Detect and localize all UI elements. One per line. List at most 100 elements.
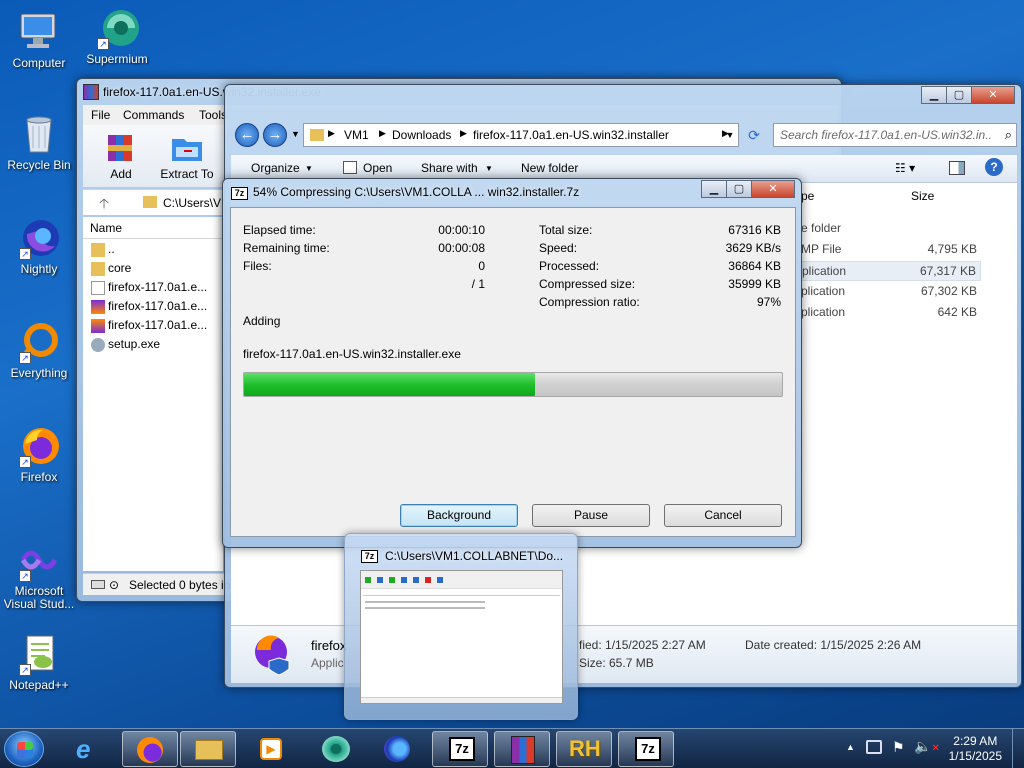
search-icon: ⌕	[1004, 127, 1012, 142]
compression-ratio-label: Compression ratio:	[539, 295, 640, 309]
minimize-button[interactable]: ▁	[921, 86, 947, 104]
search-box[interactable]: Search firefox-117.0a1.en-US.win32.in...…	[773, 123, 1017, 147]
shortcut-arrow-icon: ↗	[19, 570, 31, 582]
total-size-value: 67316 KB	[728, 223, 781, 237]
files-value: 0	[478, 259, 485, 273]
extract-to-button[interactable]: Extract To	[153, 131, 221, 181]
start-button[interactable]	[4, 731, 44, 767]
row-type: plication	[801, 305, 846, 319]
speed-value: 3629 KB/s	[725, 241, 781, 255]
back-arrow-icon: ←	[239, 126, 255, 143]
new-folder-button[interactable]: New folder	[521, 161, 578, 175]
breadcrumb-downloads[interactable]: Downloads	[392, 128, 451, 142]
list-item[interactable]: firefox-117.0a1.e...	[91, 316, 207, 335]
table-row-selected[interactable]: plication 67,317 KB	[791, 261, 981, 281]
taskbar-media-player[interactable]: ▶	[244, 731, 300, 767]
row-size: 4,795 KB	[927, 242, 977, 256]
forward-button[interactable]: →	[263, 123, 287, 147]
open-button[interactable]: Open	[363, 161, 392, 175]
taskbar-nightly[interactable]	[370, 731, 426, 767]
network-icon[interactable]	[866, 740, 882, 754]
add-button[interactable]: Add	[99, 131, 143, 181]
volume-muted-icon[interactable]: 🔈✕	[914, 738, 940, 755]
7z-app-icon: 7z	[361, 550, 378, 563]
chevron-down-icon: ▼	[725, 130, 735, 140]
desktop-icon-everything[interactable]: ↗ Everything	[1, 320, 77, 380]
table-row[interactable]: plication 642 KB	[801, 303, 981, 323]
column-header-size[interactable]: Size	[911, 189, 934, 203]
recycle-bin-icon	[17, 112, 61, 156]
desktop-icon-firefox[interactable]: ↗ Firefox	[1, 424, 77, 484]
address-bar[interactable]: ▶ VM1 ▶ Downloads ▶ firefox-117.0a1.en-U…	[303, 123, 739, 147]
up-arrow-icon[interactable]: 🡡	[99, 193, 109, 217]
desktop-icon-notepadpp[interactable]: ↗ Notepad++	[1, 632, 77, 692]
view-options-icon[interactable]: ☷ ▾	[895, 161, 915, 175]
desktop-icon-nightly[interactable]: ↗ Nightly	[1, 216, 77, 276]
folder-icon	[310, 129, 324, 141]
menu-file[interactable]: File	[91, 108, 110, 122]
address-dropdown-button[interactable]: ▼	[721, 123, 739, 147]
search-input[interactable]: Search firefox-117.0a1.en-US.win32.in...	[780, 128, 992, 142]
taskbar: e ▶ 7z RH 7z ▲ ⚑ 🔈✕ 2:29 AM 1/15/2025	[0, 728, 1024, 768]
list-item[interactable]: firefox-117.0a1.e...	[91, 297, 207, 316]
taskbar-7zip[interactable]: 7z	[432, 731, 488, 767]
maximize-button[interactable]: ▢	[726, 180, 752, 198]
back-button[interactable]: ←	[235, 123, 259, 147]
taskbar-winrar[interactable]	[494, 731, 550, 767]
system-clock[interactable]: 2:29 AM 1/15/2025	[949, 734, 1002, 764]
history-dropdown-icon[interactable]: ▼	[291, 129, 300, 139]
column-header-name[interactable]: Name	[83, 217, 223, 239]
taskbar-firefox[interactable]	[122, 731, 178, 767]
media-player-icon: ▶	[260, 738, 282, 760]
close-button[interactable]: ✕	[751, 180, 795, 198]
list-item[interactable]: firefox-117.0a1.e...	[91, 278, 207, 297]
close-button[interactable]: ✕	[971, 86, 1015, 104]
elapsed-time-value: 00:00:10	[438, 223, 485, 237]
desktop-icon-supermium[interactable]: ↗ Supermium	[79, 6, 155, 66]
compressed-size-label: Compressed size:	[539, 277, 636, 291]
desktop-icon-visual-studio[interactable]: ↗ Microsoft Visual Stud...	[1, 538, 77, 611]
taskbar-file-explorer[interactable]	[180, 731, 236, 767]
table-row[interactable]: e folder	[801, 219, 981, 239]
setup-gear-icon	[91, 337, 105, 352]
add-label: Add	[110, 167, 132, 181]
desktop-icon-label: Recycle Bin	[7, 158, 71, 172]
thumb-row	[365, 607, 485, 609]
table-row[interactable]: plication 67,302 KB	[801, 282, 981, 302]
desktop-icon-recycle-bin[interactable]: Recycle Bin	[1, 112, 77, 172]
menu-commands[interactable]: Commands	[123, 108, 184, 122]
taskbar-resource-hacker[interactable]: RH	[556, 731, 612, 767]
taskbar-7zip-2[interactable]: 7z	[618, 731, 674, 767]
taskbar-internet-explorer[interactable]: e	[62, 731, 118, 767]
preview-pane-icon[interactable]	[949, 161, 965, 175]
thumb-test-icon	[389, 577, 395, 583]
table-row[interactable]: MP File 4,795 KB	[801, 240, 981, 260]
list-item[interactable]: ..	[91, 240, 115, 259]
thumb-extract-icon	[377, 577, 383, 583]
show-desktop-button[interactable]	[1012, 729, 1024, 768]
help-icon[interactable]: ?	[985, 158, 1003, 176]
taskbar-thumbnail-preview[interactable]: 7z C:\Users\VM1.COLLABNET\Do...	[344, 533, 578, 720]
minimize-button[interactable]: ▁	[701, 180, 727, 198]
thumb-info-icon	[437, 577, 443, 583]
pause-button[interactable]: Pause	[532, 504, 650, 527]
list-item[interactable]: core	[91, 259, 131, 278]
breadcrumb-folder[interactable]: firefox-117.0a1.en-US.win32.installer	[473, 128, 669, 142]
menu-tools[interactable]: Tools	[199, 108, 227, 122]
background-button[interactable]: Background	[400, 504, 518, 527]
details-file-kind: Applic	[311, 656, 344, 670]
breadcrumb-vm1[interactable]: VM1	[344, 128, 369, 142]
list-item[interactable]: setup.exe	[91, 335, 160, 354]
refresh-button[interactable]: ⟳	[743, 123, 765, 147]
action-center-flag-icon[interactable]: ⚑	[892, 739, 905, 756]
show-hidden-icons-icon[interactable]: ▲	[846, 742, 855, 752]
desktop-icon-computer[interactable]: Computer	[1, 10, 77, 70]
share-with-menu[interactable]: Share with	[421, 161, 478, 175]
compress-progress-dialog[interactable]: 7z 54% Compressing C:\Users\VM1.COLLA ..…	[222, 178, 802, 548]
chevron-right-icon: ▶	[328, 128, 335, 138]
organize-menu[interactable]: Organize	[251, 161, 300, 175]
column-header-type[interactable]: pe	[801, 189, 814, 203]
taskbar-supermium[interactable]	[308, 731, 364, 767]
cancel-button[interactable]: Cancel	[664, 504, 782, 527]
maximize-button[interactable]: ▢	[946, 86, 972, 104]
